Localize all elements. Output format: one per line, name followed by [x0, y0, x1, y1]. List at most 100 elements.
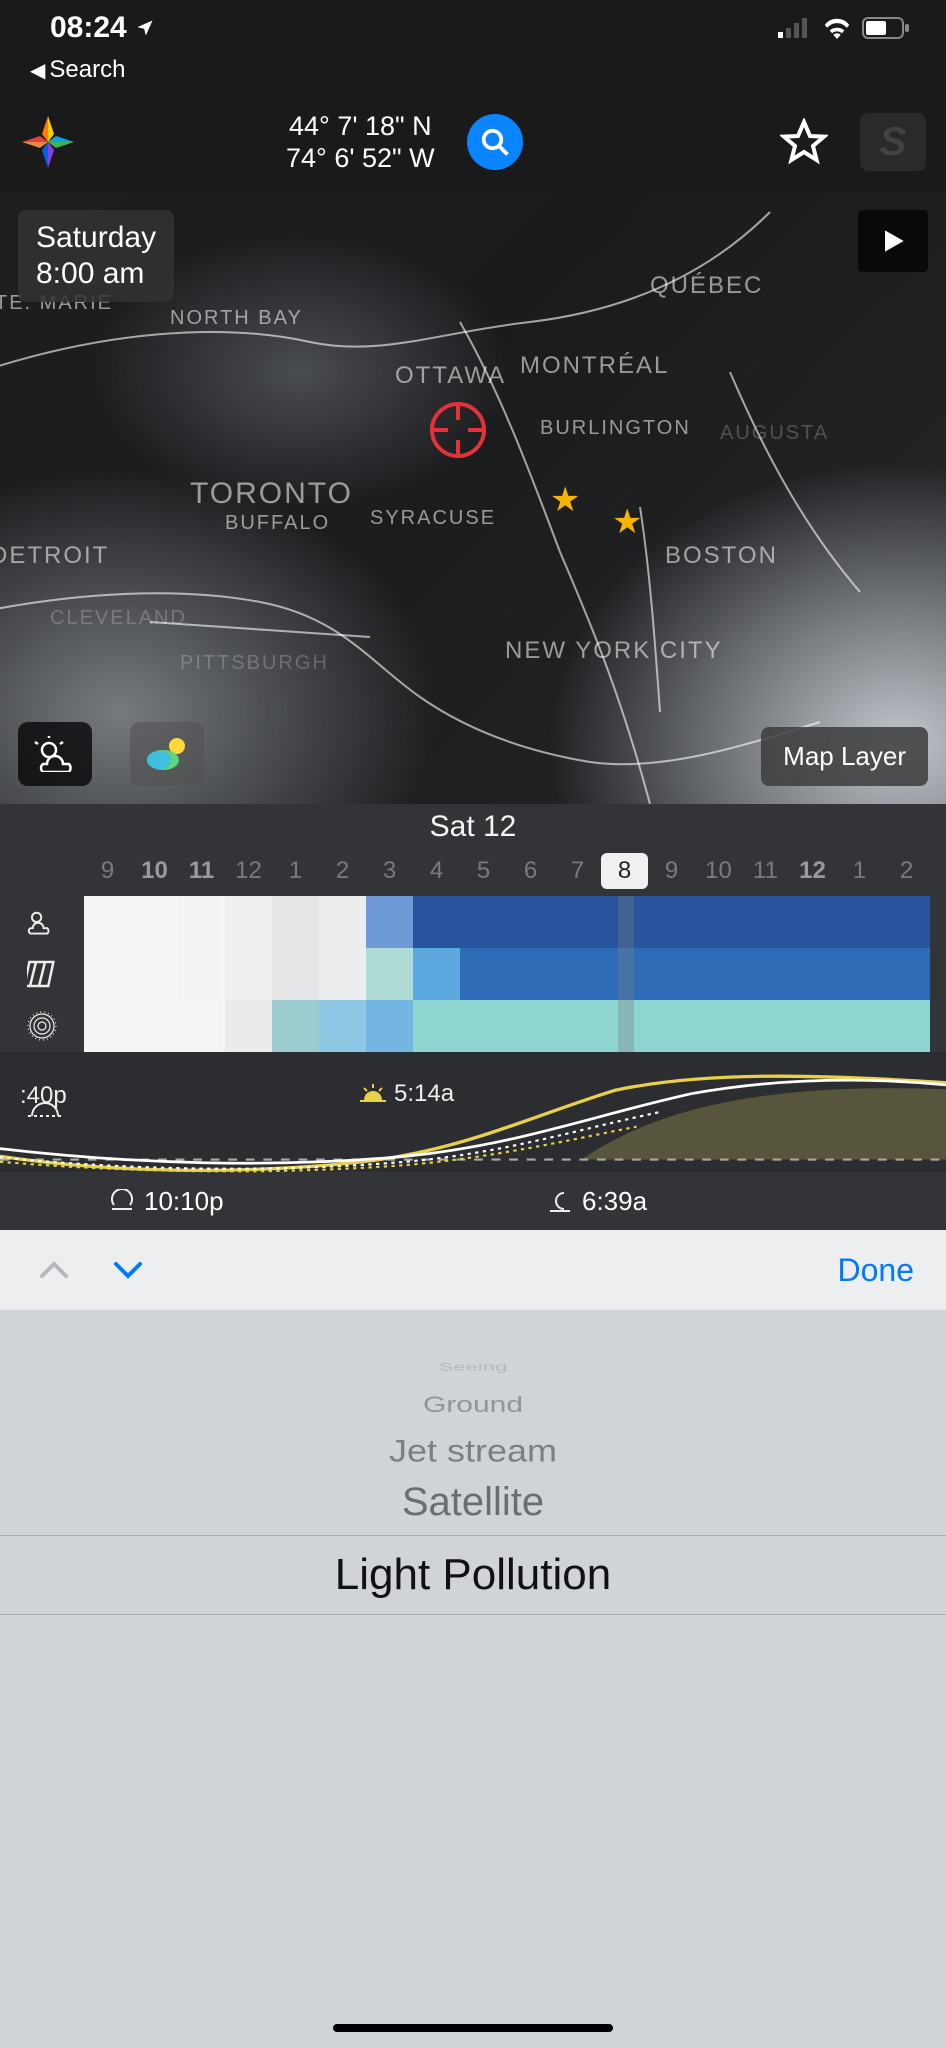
city-montreal: MONTRÉAL: [520, 352, 669, 380]
forecast-cell: [272, 896, 319, 948]
forecast-cell: [883, 1000, 930, 1052]
transparency-row-icon[interactable]: [27, 959, 57, 989]
forecast-rows[interactable]: [84, 896, 946, 1052]
forecast-cell: [695, 948, 742, 1000]
cloud-row-icon[interactable]: [25, 907, 59, 937]
forecast-cell: [413, 948, 460, 1000]
hour-tick[interactable]: 7: [554, 857, 601, 885]
forecast-cell: [225, 948, 272, 1000]
picker-done-button[interactable]: Done: [838, 1252, 915, 1289]
seeing-row-icon[interactable]: [27, 1011, 57, 1041]
hour-tick[interactable]: 3: [366, 857, 413, 885]
sun-curve-chart: [0, 1052, 946, 1184]
hour-tick[interactable]: 2: [883, 857, 930, 885]
forecast-cell: [131, 948, 178, 1000]
back-label: Search: [49, 56, 125, 84]
status-bar: 08:24: [0, 0, 946, 56]
hour-tick[interactable]: 11: [742, 857, 789, 885]
sunrise-time: 5:14a: [394, 1080, 454, 1108]
forecast-cell: [460, 896, 507, 948]
favorite-button[interactable]: [780, 118, 828, 166]
layer-picker-wheel[interactable]: Seeing Ground Jet stream Satellite Light…: [0, 1310, 946, 2048]
forecast-cell: [131, 896, 178, 948]
forecast-cell: [413, 1000, 460, 1052]
hour-tick[interactable]: 9: [648, 857, 695, 885]
app-logo-icon[interactable]: [20, 114, 76, 170]
forecast-cell: [178, 896, 225, 948]
forecast-cell: [789, 948, 836, 1000]
picker-next-button[interactable]: [106, 1248, 150, 1292]
forecast-cell: [695, 1000, 742, 1052]
forecast-cell: [789, 896, 836, 948]
sun-cloud-color-icon: [145, 736, 189, 772]
forecast-cell: [319, 948, 366, 1000]
hour-tick[interactable]: 10: [131, 857, 178, 885]
daylight-toggle-button[interactable]: [130, 722, 204, 786]
forecast-cell: [272, 948, 319, 1000]
forecast-cell: [507, 948, 554, 1000]
forecast-cell: [554, 1000, 601, 1052]
picker-option-selected[interactable]: Light Pollution: [0, 1535, 946, 1615]
forecast-cell: [742, 896, 789, 948]
hour-tick[interactable]: 10: [695, 857, 742, 885]
hour-tick[interactable]: 12: [789, 857, 836, 885]
play-icon: [877, 225, 909, 257]
hour-tick[interactable]: 2: [319, 857, 366, 885]
picker-prev-button[interactable]: [32, 1248, 76, 1292]
forecast-cell: [272, 1000, 319, 1052]
wifi-icon: [822, 17, 852, 39]
forecast-cell: [460, 948, 507, 1000]
city-burlington: BURLINGTON: [540, 417, 691, 440]
forecast-cell: [366, 1000, 413, 1052]
picker-option[interactable]: Jet stream: [0, 1429, 946, 1473]
status-time: 08:24: [50, 11, 127, 45]
timeline-hours[interactable]: 910111212345678910111212: [0, 846, 946, 896]
forecast-cell: [178, 1000, 225, 1052]
forecast-cell: [836, 896, 883, 948]
hour-tick[interactable]: 5: [460, 857, 507, 885]
saved-location-star-1[interactable]: ★: [550, 480, 580, 520]
city-syracuse: SYRACUSE: [370, 507, 496, 530]
hour-tick[interactable]: 12: [225, 857, 272, 885]
forecast-cell: [319, 1000, 366, 1052]
chevron-up-icon: [36, 1258, 72, 1282]
map-play-button[interactable]: [858, 210, 928, 272]
forecast-cell: [413, 896, 460, 948]
forecast-cell: [883, 896, 930, 948]
map-layer-button[interactable]: Map Layer: [761, 727, 928, 786]
hour-tick[interactable]: 8: [601, 853, 648, 889]
coordinates[interactable]: 44° 7' 18" N 74° 6' 52" W: [286, 110, 435, 175]
hour-tick[interactable]: 6: [507, 857, 554, 885]
forecast-toggle-button[interactable]: [18, 722, 92, 786]
city-toronto: TORONTO: [190, 477, 353, 511]
picker-option[interactable]: Satellite: [0, 1476, 946, 1529]
hour-tick[interactable]: 9: [84, 857, 131, 885]
app-header: 44° 7' 18" N 74° 6' 52" W S: [0, 92, 946, 192]
sunrise-icon: [360, 1084, 386, 1104]
hour-tick[interactable]: 4: [413, 857, 460, 885]
city-buffalo: BUFFALO: [225, 512, 330, 535]
latitude: 44° 7' 18" N: [286, 110, 435, 142]
home-indicator[interactable]: [333, 2024, 613, 2032]
saved-location-star-2[interactable]: ★: [612, 502, 642, 542]
hour-tick[interactable]: 1: [836, 857, 883, 885]
city-northbay: NORTH BAY: [170, 307, 303, 330]
forecast-cell: [178, 948, 225, 1000]
back-to-search[interactable]: ◀ Search: [0, 56, 946, 92]
forecast-cell: [84, 1000, 131, 1052]
forecast-cell: [507, 1000, 554, 1052]
sunset-time: :40p: [20, 1082, 67, 1110]
forecast-cell: [366, 896, 413, 948]
picker-option[interactable]: Ground: [0, 1389, 946, 1421]
sun-cloud-icon: [33, 736, 77, 772]
hour-tick[interactable]: 1: [272, 857, 319, 885]
weather-map[interactable]: QUÉBEC MONTRÉAL OTTAWA BURLINGTON AUGUST…: [0, 192, 946, 804]
forecast-cell: [695, 896, 742, 948]
location-crosshair-icon: [430, 402, 486, 458]
picker-option[interactable]: Seeing: [0, 1359, 946, 1376]
selected-hour-marker: [618, 896, 634, 1052]
s-button[interactable]: S: [860, 113, 926, 171]
forecast-cell: [836, 948, 883, 1000]
hour-tick[interactable]: 11: [178, 857, 225, 885]
search-button[interactable]: [467, 114, 523, 170]
